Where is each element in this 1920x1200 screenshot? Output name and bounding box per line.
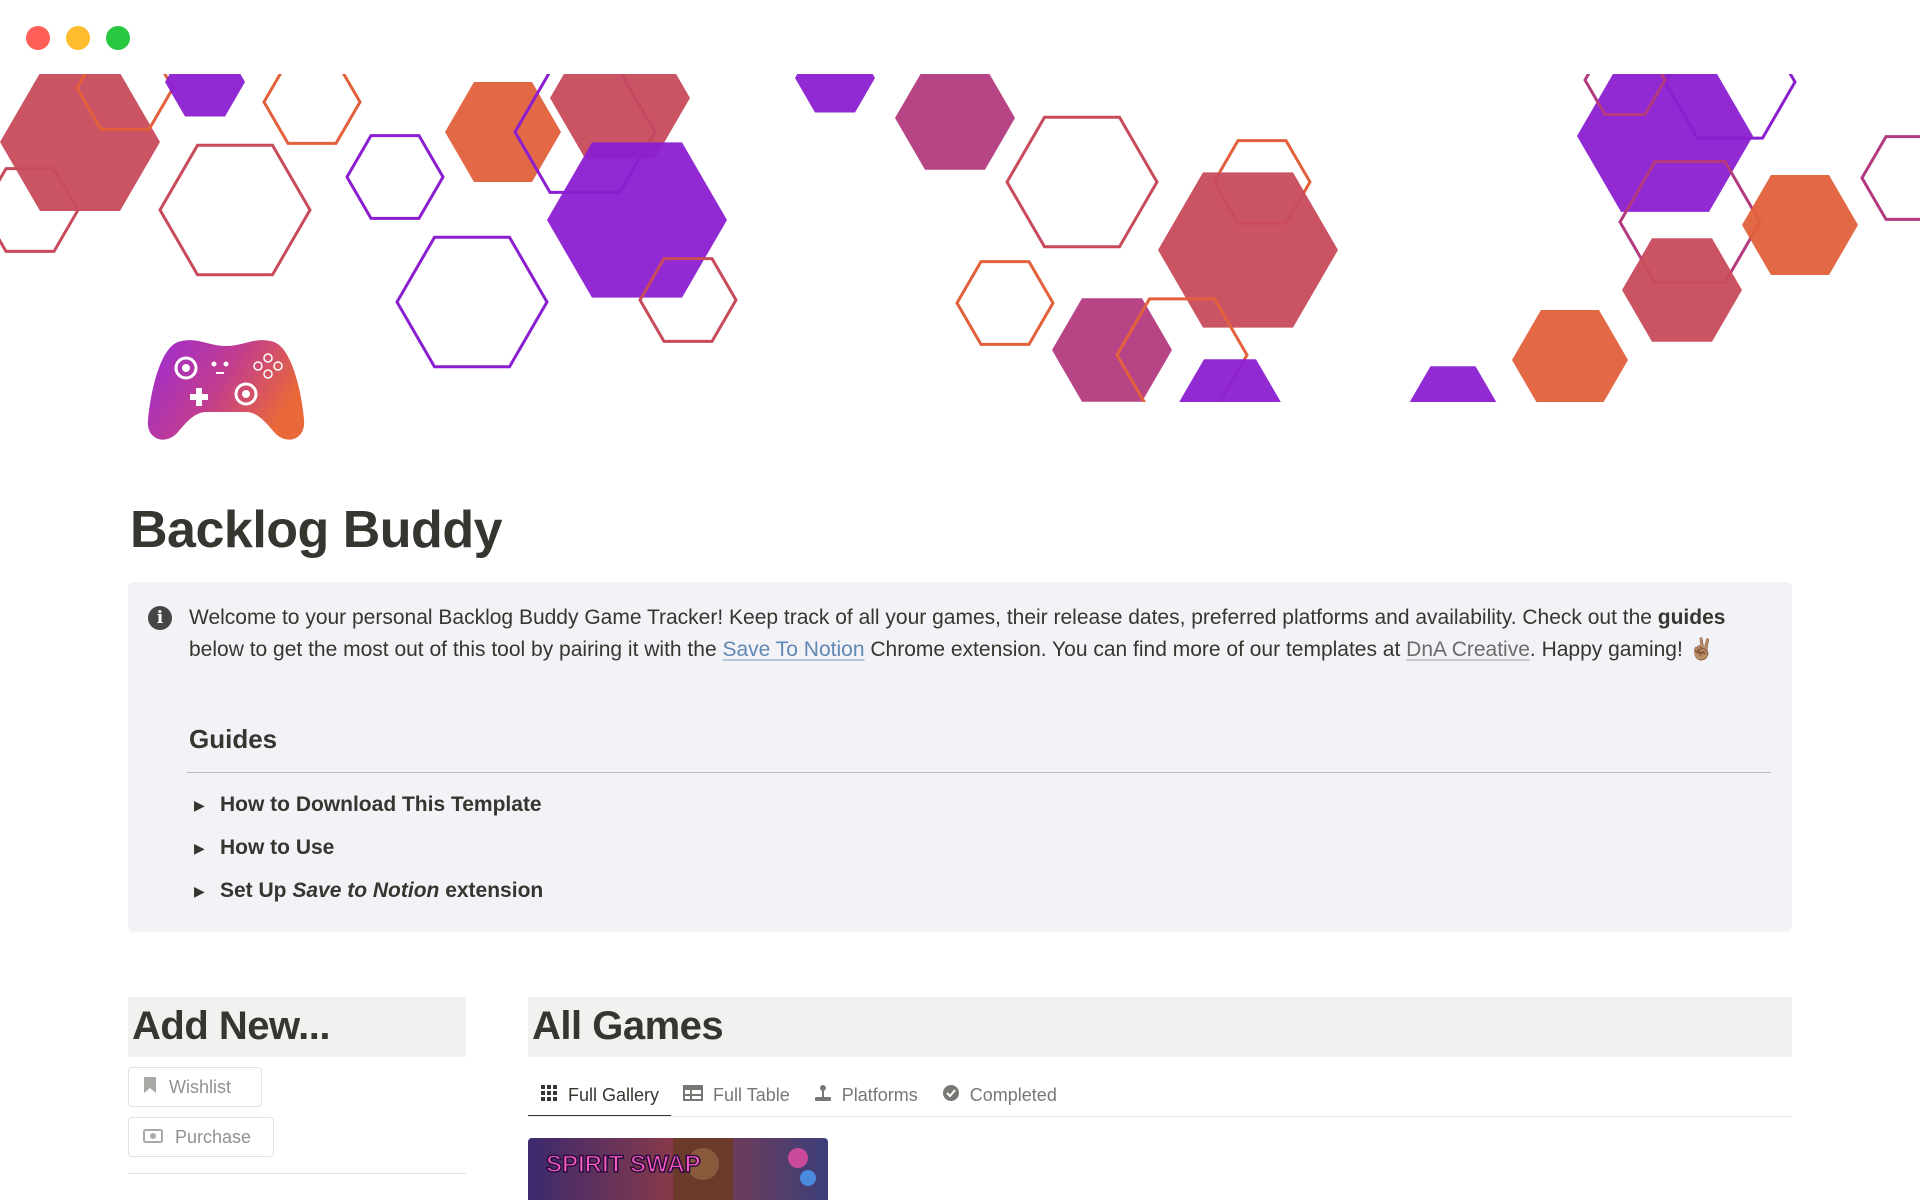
cover-hexagon [1158, 172, 1338, 328]
toggle-arrow-icon[interactable]: ▶ [194, 883, 220, 900]
add-new-divider [128, 1173, 466, 1174]
cover-hexagon [165, 74, 245, 117]
welcome-callout: i Welcome to your personal Backlog Buddy… [128, 582, 1792, 932]
callout-text[interactable]: Welcome to your personal Backlog Buddy G… [189, 602, 1769, 666]
toggle-label: How to Download This Template [220, 793, 542, 816]
guides-bold-text: guides [1657, 606, 1726, 629]
cover-hexagon [955, 260, 1055, 346]
cover-hexagon [1052, 298, 1172, 402]
cover-hexagon [1409, 366, 1497, 402]
bookmark-icon [143, 1076, 157, 1099]
purchase-button[interactable]: Purchase [128, 1117, 274, 1157]
cover-hexagon [1512, 310, 1628, 402]
tab-label: Platforms [841, 1084, 918, 1105]
card-cover-title: SPIRIT SWAP [546, 1151, 701, 1178]
gallery-card-cover[interactable]: SPIRIT SWAP [528, 1138, 828, 1200]
toggle-arrow-icon[interactable]: ▶ [194, 797, 220, 814]
toggle-set-up-extension[interactable]: ▶ Set Up Save to Notion extension [194, 876, 543, 906]
guides-divider [187, 772, 1771, 773]
cover-hexagon [1577, 74, 1753, 212]
cover-hexagon [445, 82, 561, 182]
toggle-label-prefix: Set Up [220, 879, 293, 902]
cover-hexagon [1742, 175, 1858, 275]
peace-hand-emoji: ✌🏽 [1688, 638, 1715, 661]
guides-heading: Guides [189, 724, 278, 754]
check-circle-icon [942, 1084, 960, 1107]
add-new-heading[interactable]: Add New... [132, 1004, 330, 1049]
callout-text-part: . Happy gaming! [1529, 638, 1689, 661]
tab-full-gallery[interactable]: Full Gallery [528, 1075, 672, 1117]
cover-hexagon [395, 235, 549, 369]
wishlist-label: Wishlist [169, 1076, 231, 1097]
cover-hexagon [795, 74, 875, 113]
callout-text-part: below to get the most out of this tool b… [189, 638, 723, 661]
tab-label: Completed [969, 1084, 1057, 1105]
tab-full-table[interactable]: Full Table [671, 1075, 802, 1115]
callout-text-part: Chrome extension. You can find more of o… [864, 638, 1407, 661]
toggle-label: How to Use [220, 836, 335, 859]
maximize-window-button[interactable] [106, 26, 130, 50]
cover-hexagon [547, 142, 727, 298]
cover-hexagon [1005, 115, 1159, 249]
toggle-how-to-use[interactable]: ▶ How to Use [194, 833, 334, 863]
tab-label: Full Table [713, 1084, 790, 1105]
toggle-arrow-icon[interactable]: ▶ [194, 840, 220, 857]
info-icon[interactable]: i [148, 606, 172, 630]
cover-hexagon [345, 134, 445, 220]
toggle-label-suffix: extension [439, 879, 544, 902]
cover-hexagon [1179, 359, 1281, 402]
money-icon [143, 1127, 163, 1148]
purchase-label: Purchase [175, 1126, 252, 1147]
joystick-icon [814, 1084, 832, 1107]
toggle-label-italic: Save to Notion [292, 879, 440, 902]
tab-label: Full Gallery [568, 1084, 660, 1105]
window-titlebar [0, 0, 1920, 74]
gallery-icon [540, 1084, 558, 1107]
cover-hexagon [262, 74, 362, 145]
all-games-section-header: All Games [528, 997, 1792, 1057]
toggle-how-to-download[interactable]: ▶ How to Download This Template [194, 790, 542, 820]
table-icon [683, 1084, 704, 1106]
tab-completed[interactable]: Completed [930, 1075, 1069, 1115]
wishlist-button[interactable]: Wishlist [128, 1067, 262, 1107]
add-new-section-header: Add New... [128, 997, 466, 1057]
close-window-button[interactable] [26, 26, 50, 50]
tabs-divider [528, 1116, 1792, 1117]
dna-creative-link[interactable]: DnA Creative [1406, 638, 1530, 661]
cover-hexagon [1860, 135, 1920, 221]
cover-hexagon [158, 143, 312, 277]
game-controller-icon[interactable] [146, 334, 306, 444]
cover-hexagon [895, 74, 1015, 170]
page-title[interactable]: Backlog Buddy [130, 500, 503, 560]
all-games-heading[interactable]: All Games [532, 1004, 724, 1049]
save-to-notion-link[interactable]: Save To Notion [722, 638, 864, 661]
tab-platforms[interactable]: Platforms [802, 1075, 930, 1115]
minimize-window-button[interactable] [66, 26, 90, 50]
database-view-tabs: Full Gallery Full Table Platforms Comple… [528, 1075, 1069, 1117]
callout-text-part: Welcome to your personal Backlog Buddy G… [189, 606, 1658, 629]
